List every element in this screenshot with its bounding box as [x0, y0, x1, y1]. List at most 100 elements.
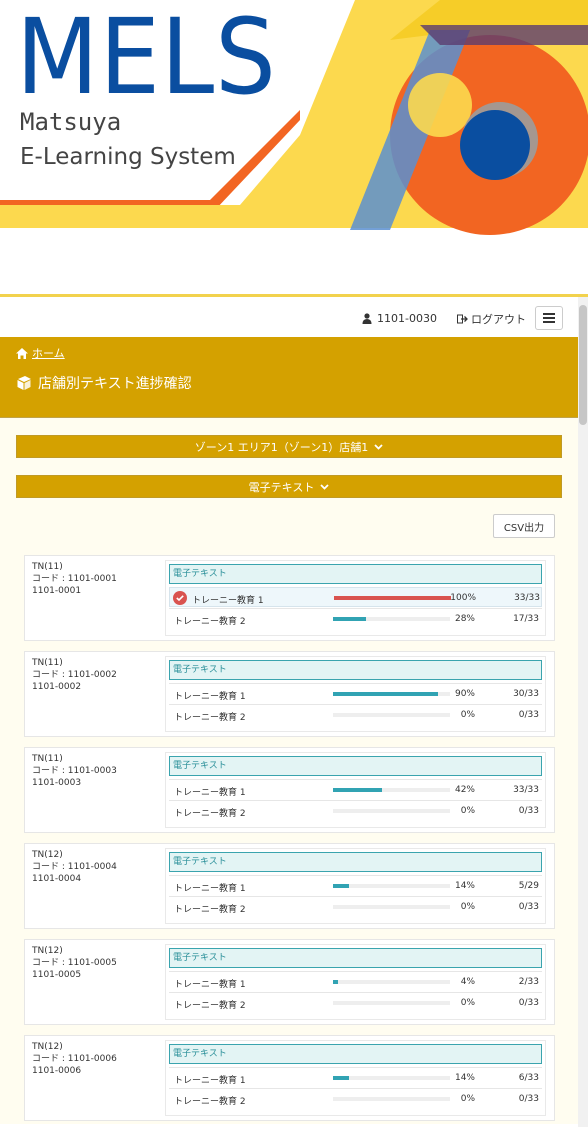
user-id: 1101-0030	[377, 312, 437, 325]
course-row[interactable]: トレーニー教育 2 0% 0/33	[169, 992, 542, 1012]
course-panel: 電子テキスト トレーニー教育 1 90% 30/33 トレーニー教育 2 0% 0/33	[165, 656, 546, 732]
csv-export-button[interactable]: CSV出力	[493, 514, 555, 538]
page-header: ホーム 店舗別テキスト進捗確認	[0, 337, 578, 418]
trainee-code: コード : 1101-0003	[32, 766, 117, 776]
logo-subtitle-system: E-Learning System	[20, 144, 236, 170]
trainee-id: 1101-0002	[32, 682, 82, 692]
breadcrumb-home-link[interactable]: ホーム	[32, 345, 65, 361]
trainee-id: 1101-0005	[32, 970, 82, 980]
progress-bar	[333, 1001, 450, 1005]
progress-count: 0/33	[518, 710, 539, 720]
trainee-group: TN(11)	[32, 562, 63, 572]
course-panel: 電子テキストトレーニー教育 1 14% 5/29 トレーニー教育 2 0% 0/33	[165, 848, 546, 924]
course-name: トレーニー教育 1	[192, 596, 264, 606]
trainee-group: TN(12)	[32, 946, 63, 956]
trainee-card: TN(12) コード : 1101-0004 1101-0004 電子テキスト トレーニ…	[24, 843, 555, 929]
course-name: トレーニー教育 1	[174, 884, 246, 894]
progress-count: 0/33	[518, 1094, 539, 1104]
trainee-card: TN(12) コード : 1101-0005 1101-0005 電子テキスト トレーニ…	[24, 939, 555, 1025]
course-row[interactable]: トレーニー教育 2 0% 0/33	[169, 704, 542, 724]
course-row[interactable]: トレーニー教育 1 4% 2/33	[169, 971, 542, 991]
user-info: 1101-0030	[362, 312, 437, 325]
course-name: トレーニー教育 2	[174, 809, 246, 819]
progress-bar-fill	[333, 1076, 350, 1080]
progress-percent: 14%	[454, 881, 475, 891]
course-panel: 電子テキスト トレーニー教育 1 42% 33/33 トレーニー教育 2 0% 0/33	[165, 752, 546, 828]
course-row[interactable]: トレーニー教育 1 100% 33/33	[169, 587, 542, 607]
course-name: トレーニー教育 2	[174, 1001, 246, 1011]
breadcrumb[interactable]: ホーム	[16, 345, 65, 361]
store-select-dropdown[interactable]: ゾーン1 エリア1（ゾーン1）店舗1	[16, 435, 562, 458]
progress-bar	[333, 1097, 450, 1101]
category-header: 電子テキスト	[169, 948, 542, 968]
progress-count: 5/29	[518, 881, 539, 891]
progress-bar	[333, 692, 450, 696]
logo-text: MELS	[16, 0, 277, 118]
progress-count: 0/33	[518, 902, 539, 912]
scrollbar[interactable]	[578, 297, 588, 1127]
trainee-group: TN(11)	[32, 754, 63, 764]
progress-count: 0/33	[518, 998, 539, 1008]
course-name: トレーニー教育 2	[174, 713, 246, 723]
banner: MELS Matsuya E-Learning System	[0, 0, 588, 239]
progress-count: 30/33	[513, 689, 539, 699]
progress-bar	[333, 617, 450, 621]
trainee-card: TN(11) コード : 1101-0002 1101-0002 電子テキスト トレーニ…	[24, 651, 555, 737]
progress-percent: 0%	[460, 806, 475, 816]
course-row[interactable]: トレーニー教育 2 0% 0/33	[169, 800, 542, 820]
progress-percent: 0%	[460, 998, 475, 1008]
home-icon	[16, 347, 28, 359]
book-icon	[17, 376, 31, 390]
course-row[interactable]: トレーニー教育 2 0% 0/33	[169, 1088, 542, 1108]
progress-percent: 42%	[454, 785, 475, 795]
course-panel: 電子テキスト トレーニー教育 1 100% 33/33 トレーニー教育 2 28% 17/3…	[165, 560, 546, 636]
progress-bar-fill	[333, 884, 350, 888]
trainee-info: TN(11) コード : 1101-0002 1101-0002	[32, 657, 117, 693]
progress-percent: 0%	[460, 1094, 475, 1104]
chevron-down-icon	[374, 443, 383, 450]
trainee-card: TN(11) コード : 1101-0003 1101-0003 電子テキスト トレーニ…	[24, 747, 555, 833]
progress-bar-fill	[333, 980, 338, 984]
trainee-group: TN(12)	[32, 850, 63, 860]
progress-bar-fill	[333, 692, 439, 696]
check-circle-icon	[173, 591, 187, 605]
sign-out-icon	[457, 314, 468, 324]
trainee-code: コード : 1101-0005	[32, 958, 117, 968]
course-row[interactable]: トレーニー教育 2 28% 17/33	[169, 608, 542, 628]
trainee-code: コード : 1101-0006	[32, 1054, 117, 1064]
trainee-group: TN(12)	[32, 1042, 63, 1052]
trainee-info: TN(12) コード : 1101-0005 1101-0005	[32, 945, 117, 981]
menu-toggle-button[interactable]	[535, 306, 563, 330]
progress-bar	[333, 788, 450, 792]
trainee-id: 1101-0001	[32, 586, 82, 596]
trainee-group: TN(11)	[32, 658, 63, 668]
course-panel: 電子テキスト トレーニー教育 1 4% 2/33 トレーニー教育 2 0% 0/33	[165, 944, 546, 1020]
page-title: 店舗別テキスト進捗確認	[16, 373, 192, 393]
progress-percent: 14%	[454, 1073, 475, 1083]
course-row[interactable]: トレーニー教育 1 42% 33/33	[169, 779, 542, 799]
course-row[interactable]: トレーニー教育 2 0% 0/33	[169, 896, 542, 916]
progress-bar	[333, 1076, 450, 1080]
trainee-info: TN(12) コード : 1101-0004 1101-0004	[32, 849, 117, 885]
store-select-label: ゾーン1 エリア1（ゾーン1）店舗1	[194, 440, 369, 454]
progress-bar	[333, 905, 450, 909]
spacer	[0, 238, 588, 294]
trainee-id: 1101-0004	[32, 874, 82, 884]
text-type-select-dropdown[interactable]: 電子テキスト	[16, 475, 562, 498]
category-header: 電子テキスト	[169, 660, 542, 680]
course-row[interactable]: トレーニー教育 1 14% 6/33	[169, 1067, 542, 1087]
progress-percent: 0%	[460, 710, 475, 720]
progress-count: 33/33	[513, 785, 539, 795]
category-header: 電子テキスト	[169, 564, 542, 584]
course-name: トレーニー教育 1	[174, 788, 246, 798]
trainee-code: コード : 1101-0002	[32, 670, 117, 680]
top-navbar: 1101-0030 ログアウト	[0, 297, 578, 338]
course-row[interactable]: トレーニー教育 1 90% 30/33	[169, 683, 542, 703]
scrollbar-thumb[interactable]	[579, 305, 587, 425]
logout-link[interactable]: ログアウト	[457, 311, 526, 327]
progress-bar	[333, 713, 450, 717]
app-page: 1101-0030 ログアウト ホーム 店舗別テキスト進捗確認 ゾーン1 エリア…	[0, 294, 588, 1127]
category-header: 電子テキスト	[169, 852, 542, 872]
course-row[interactable]: トレーニー教育 1 14% 5/29	[169, 875, 542, 895]
progress-bar	[333, 980, 450, 984]
